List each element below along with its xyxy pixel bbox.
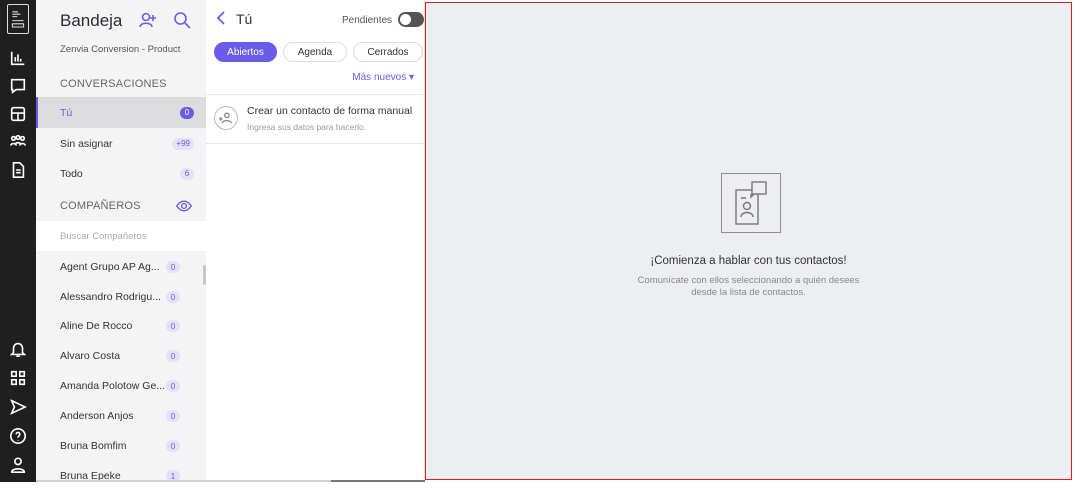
agent-item[interactable]: Agent Grupo AP Ag... 0: [36, 252, 206, 282]
empty-state-title: ¡Comienza a hablar con tus contactos!: [650, 255, 847, 267]
agent-count-badge: 0: [166, 440, 180, 452]
inbox-title: Bandeja: [60, 11, 123, 30]
inbox-item-unassigned[interactable]: Sin asignar +99: [36, 128, 206, 159]
sort-dropdown[interactable]: Más nuevos ▾: [352, 72, 414, 83]
agent-item[interactable]: Anderson Anjos 0: [36, 401, 206, 431]
add-contact-icon: [214, 106, 238, 130]
bell-icon[interactable]: [8, 339, 28, 359]
agent-item[interactable]: Bruna Epeke 1: [36, 461, 206, 482]
inbox-item-label: Tú: [60, 106, 73, 119]
pending-toggle[interactable]: [398, 12, 424, 27]
team-icon[interactable]: [8, 132, 28, 152]
agent-name: Agent Grupo AP Ag...: [60, 261, 160, 273]
agent-item[interactable]: Alvaro Costa 0: [36, 341, 206, 371]
create-contact-item[interactable]: Crear un contacto de forma manual Ingres…: [206, 96, 425, 144]
inbox-item-tu[interactable]: Tú 0: [36, 97, 206, 128]
send-icon[interactable]: [8, 397, 28, 417]
divider: [206, 94, 425, 95]
tab-schedule[interactable]: Agenda: [283, 42, 347, 62]
user-icon[interactable]: [8, 455, 28, 475]
grid-table-icon[interactable]: [8, 104, 28, 124]
search-icon[interactable]: [172, 10, 192, 35]
chart-icon[interactable]: [8, 48, 28, 68]
divider: [206, 143, 425, 144]
agent-name: Alessandro Rodrigu...: [60, 291, 161, 303]
inbox-item-label: Sin asignar: [60, 137, 113, 150]
eye-icon[interactable]: [176, 198, 192, 219]
help-icon[interactable]: [8, 426, 28, 446]
agent-name: Amanda Polotow Ge...: [60, 380, 166, 392]
chat-main-panel: ¡Comienza a hablar con tus contactos! Co…: [425, 2, 1072, 480]
tab-open[interactable]: Abiertos: [214, 42, 277, 62]
apps-icon[interactable]: [8, 368, 28, 388]
create-contact-title: Crear un contacto de forma manual: [247, 105, 413, 117]
agent-item[interactable]: Aline De Rocco 0: [36, 311, 206, 341]
agent-count-badge: 0: [166, 261, 180, 273]
back-chevron-icon[interactable]: [214, 10, 228, 26]
conversation-list-title: Tú: [236, 11, 253, 27]
scrollbar-thumb[interactable]: [331, 480, 425, 482]
document-icon[interactable]: [8, 160, 28, 180]
inbox-item-label: Todo: [60, 167, 83, 180]
conversation-list-panel: Tú Pendientes Abiertos Agenda Cerrados M…: [206, 0, 425, 482]
pending-label: Pendientes: [342, 15, 393, 26]
contact-card-icon: [721, 173, 781, 233]
agent-name: Anderson Anjos: [60, 410, 134, 422]
inbox-item-all[interactable]: Todo 6: [36, 158, 206, 189]
agent-count-badge: 0: [166, 380, 180, 392]
agent-item[interactable]: Bruna Bomfim 0: [36, 431, 206, 461]
search-companions-input[interactable]: Buscar Compañeros: [36, 221, 206, 251]
horizontal-scrollbar[interactable]: [36, 480, 425, 482]
workspace-name: Zenvia Conversion - Product: [60, 44, 181, 55]
agent-name: Aline De Rocco: [60, 320, 133, 332]
chat-icon[interactable]: [8, 76, 28, 96]
count-badge: 0: [180, 106, 194, 119]
agent-name: Alvaro Costa: [60, 350, 121, 362]
conversations-section-title: CONVERSACIONES: [60, 78, 167, 90]
empty-state-subtitle: Comunícate con ellos seleccionando a qui…: [637, 275, 860, 299]
agent-item[interactable]: Alessandro Rodrigu... 0: [36, 282, 206, 312]
app: Bandeja Zenvia Conversion - Product CONV…: [0, 0, 1079, 489]
inbox-sidebar: Bandeja Zenvia Conversion - Product CONV…: [36, 0, 206, 482]
agent-count-badge: 0: [166, 350, 180, 362]
add-user-icon[interactable]: [138, 10, 158, 35]
tab-closed[interactable]: Cerrados: [353, 42, 423, 62]
search-companions-placeholder: Buscar Compañeros: [60, 230, 147, 242]
scrollbar-track: [36, 480, 331, 482]
create-contact-subtitle: Ingresa sus datos para hacerlo.: [247, 122, 367, 132]
agent-count-badge: 0: [166, 291, 180, 303]
agent-item[interactable]: Amanda Polotow Ge... 0: [36, 371, 206, 401]
status-tabs: Abiertos Agenda Cerrados: [214, 42, 423, 62]
count-badge: 6: [180, 167, 194, 180]
companions-section-title: COMPAÑEROS: [60, 200, 141, 212]
count-badge: +99: [172, 137, 194, 150]
zenvia-logo-icon[interactable]: [7, 4, 29, 34]
agent-count-badge: 0: [166, 320, 180, 332]
agent-count-badge: 0: [166, 410, 180, 422]
agent-name: Bruna Bomfim: [60, 440, 127, 452]
inbox-header-actions: [138, 10, 192, 35]
left-rail: [0, 0, 36, 482]
